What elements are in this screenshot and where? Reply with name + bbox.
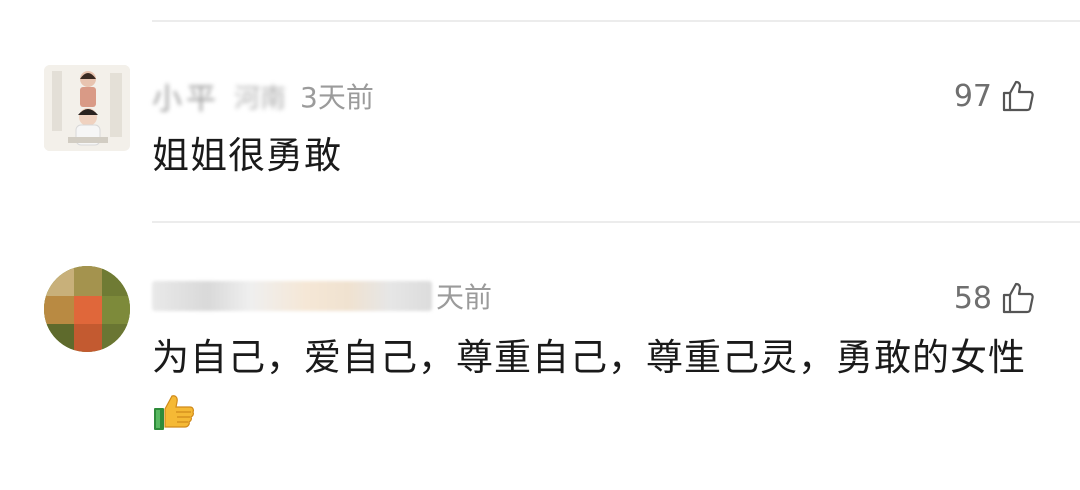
divider (152, 221, 1080, 223)
avatar-image (44, 266, 130, 352)
avatar-image (44, 65, 130, 151)
timestamp: 3天前 (300, 81, 374, 114)
comment-text: 姐姐很勇敢 (152, 134, 342, 177)
like-button[interactable]: 97 (954, 76, 1036, 116)
username-redacted[interactable] (152, 281, 432, 311)
location: 河南 (234, 83, 287, 114)
comment-meta: 小平 河南 3天前 (152, 74, 374, 118)
comment-section: 小平 河南 3天前 97 姐姐很勇敢 天前 58 为自己，爱自己，尊重自己，尊重… (0, 0, 1080, 490)
comment-meta: 天前 (152, 276, 492, 316)
timestamp: 天前 (436, 281, 493, 314)
comment-text-content: 为自己，爱自己，尊重自己，尊重己灵，勇敢的女性 (152, 336, 1026, 379)
thumbs-up-outline-icon (1002, 282, 1034, 314)
like-count: 58 (953, 280, 992, 316)
comment-text: 为自己，爱自己，尊重自己，尊重己灵，勇敢的女性 (152, 330, 1042, 442)
username[interactable]: 小平 (152, 74, 220, 118)
divider (152, 20, 1080, 22)
avatar[interactable] (44, 266, 130, 352)
thumbs-up-outline-icon (1002, 80, 1034, 112)
like-count: 97 (953, 78, 992, 114)
avatar[interactable] (44, 65, 130, 151)
like-button[interactable]: 58 (954, 278, 1036, 318)
thumbs-up-emoji-icon (154, 395, 194, 430)
